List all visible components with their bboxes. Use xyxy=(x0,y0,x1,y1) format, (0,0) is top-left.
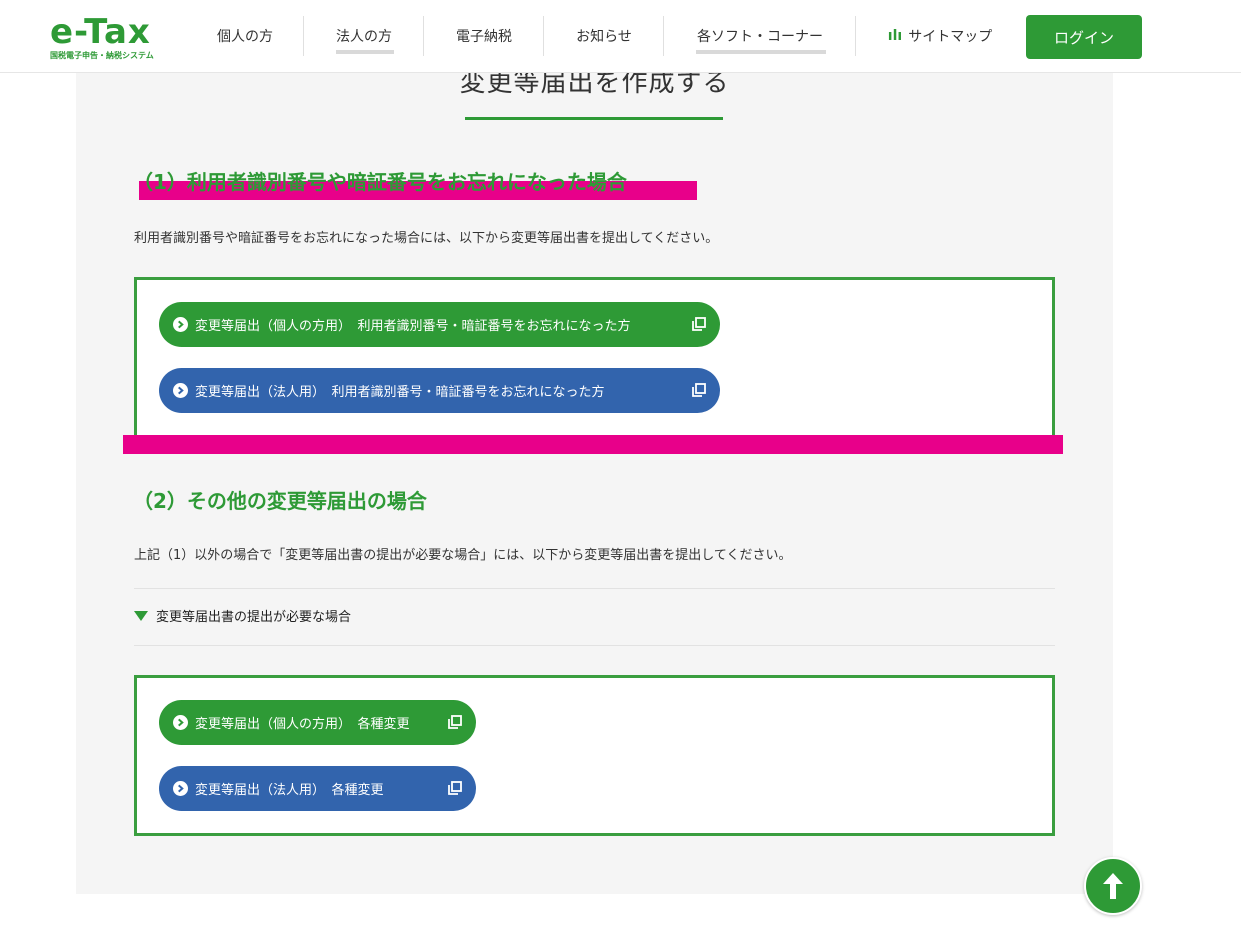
triangle-down-icon xyxy=(134,610,148,621)
accordion-label: 変更等届出書の提出が必要な場合 xyxy=(156,610,352,625)
highlight-marker xyxy=(123,435,1063,454)
etax-logo[interactable]: e-Tax 国税電子申告・納税システム xyxy=(50,12,160,62)
personal-forgot-id-button[interactable]: 変更等届出（個人の方用） 利用者識別番号・暗証番号をお忘れになった方 xyxy=(159,302,720,347)
nav-individual[interactable]: 個人の方 xyxy=(186,0,304,72)
external-window-icon xyxy=(692,383,706,397)
arrow-up-icon xyxy=(1103,873,1123,899)
chevron-right-icon xyxy=(173,383,188,398)
nav-divider xyxy=(855,16,856,56)
accordion-toggle[interactable]: 変更等届出書の提出が必要な場合 xyxy=(134,606,351,625)
external-window-icon xyxy=(692,317,706,331)
corporate-changes-button[interactable]: 変更等届出（法人用） 各種変更 xyxy=(159,766,476,811)
chevron-right-icon xyxy=(173,781,188,796)
login-button[interactable]: ログイン xyxy=(1026,15,1142,59)
logo-text: e-Tax xyxy=(50,12,151,52)
nav-software-corner[interactable]: 各ソフト・コーナー xyxy=(664,0,856,72)
sitemap-icon: ılı xyxy=(887,28,903,44)
nav-software-corner-label: 各ソフト・コーナー xyxy=(697,29,823,45)
accordion-divider-top xyxy=(134,588,1055,589)
button-label: 変更等届出（個人の方用） 利用者識別番号・暗証番号をお忘れになった方 xyxy=(195,319,631,334)
personal-changes-button[interactable]: 変更等届出（個人の方用） 各種変更 xyxy=(159,700,476,745)
logo-subtitle: 国税電子申告・納税システム xyxy=(50,51,154,60)
nav-sitemap[interactable]: ılı サイトマップ xyxy=(872,0,1008,72)
nav-corporate-underline xyxy=(336,50,394,54)
section1-text: 利用者識別番号や暗証番号をお忘れになった場合には、以下から変更等届出書を提出して… xyxy=(134,231,719,246)
nav-e-payment-label: 電子納税 xyxy=(456,29,512,45)
corporate-forgot-id-button[interactable]: 変更等届出（法人用） 利用者識別番号・暗証番号をお忘れになった方 xyxy=(159,368,720,413)
site-header: e-Tax 国税電子申告・納税システム 個人の方 法人の方 電子納税 お知らせ … xyxy=(0,0,1241,73)
title-underline xyxy=(465,117,723,120)
external-window-icon xyxy=(448,781,462,795)
nav-corporate-label: 法人の方 xyxy=(336,29,392,45)
external-window-icon xyxy=(448,715,462,729)
chevron-right-icon xyxy=(173,715,188,730)
section1-heading: （1）利用者識別番号や暗証番号をお忘れになった場合 xyxy=(133,170,627,194)
section2-heading: （2）その他の変更等届出の場合 xyxy=(133,489,427,513)
button-label: 変更等届出（法人用） 各種変更 xyxy=(195,783,384,798)
accordion-divider-bottom xyxy=(134,645,1055,646)
chevron-right-icon xyxy=(173,317,188,332)
nav-e-payment[interactable]: 電子納税 xyxy=(424,0,544,72)
back-to-top-button[interactable] xyxy=(1084,857,1142,915)
button-label: 変更等届出（個人の方用） 各種変更 xyxy=(195,717,410,732)
button-label: 変更等届出（法人用） 利用者識別番号・暗証番号をお忘れになった方 xyxy=(195,385,605,400)
nav-news-label: お知らせ xyxy=(576,29,632,45)
section2-text: 上記（1）以外の場合で「変更等届出書の提出が必要な場合」には、以下から変更等届出… xyxy=(134,548,792,563)
nav-software-underline xyxy=(696,50,826,54)
nav-sitemap-label: サイトマップ xyxy=(908,29,993,45)
nav-news[interactable]: お知らせ xyxy=(544,0,664,72)
nav-individual-label: 個人の方 xyxy=(217,29,273,45)
nav-corporate[interactable]: 法人の方 xyxy=(304,0,424,72)
